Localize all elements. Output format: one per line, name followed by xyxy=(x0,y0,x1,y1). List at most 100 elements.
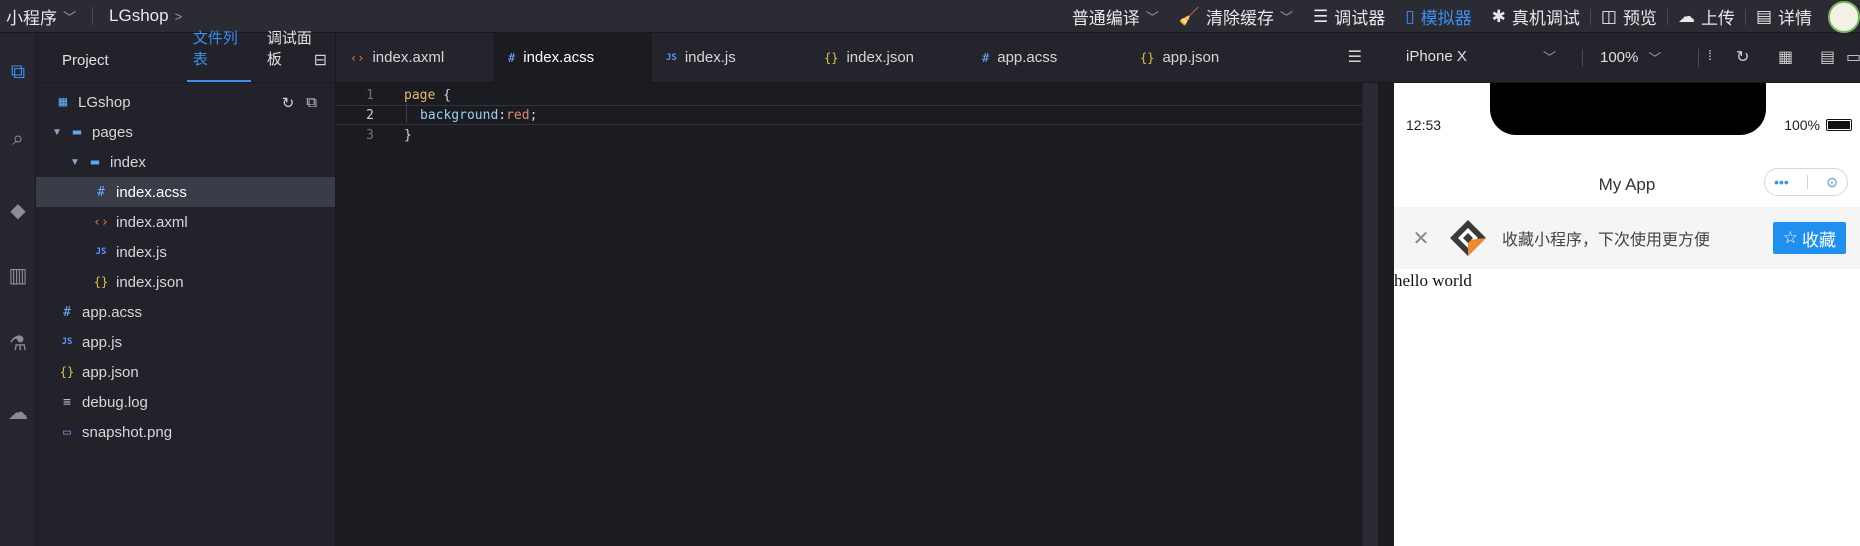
divider xyxy=(92,7,94,25)
simulator-button[interactable]: ▯ 模拟器 xyxy=(1395,0,1481,33)
upload-label: 上传 xyxy=(1700,9,1735,28)
debugger-button[interactable]: ☰ 调试器 xyxy=(1303,0,1395,33)
tab-label: app.json xyxy=(1162,49,1220,66)
favorite-button[interactable]: ☆ 收藏 xyxy=(1772,222,1846,254)
tree-root[interactable]: ▦ LGshop ↻ ⧉ xyxy=(36,87,335,117)
explorer-tabs: Project 文件列表 调试面板 ⊟ xyxy=(36,30,335,83)
code-punct: { xyxy=(435,87,451,103)
panel-splitter[interactable] xyxy=(1378,33,1394,546)
upload-button[interactable]: ☁ 上传 xyxy=(1668,0,1745,33)
code-area[interactable]: 1 page { 2 background:red; 3 } xyxy=(336,83,1378,546)
close-app-icon[interactable]: ⊙ xyxy=(1826,174,1838,191)
device-debug-button[interactable]: ✱ 真机调试 xyxy=(1482,0,1590,33)
tree-item-label: index xyxy=(110,153,146,171)
code-text: background:red; xyxy=(420,108,537,123)
project-breadcrumb[interactable]: LGshop > xyxy=(103,0,188,32)
file-tree: ▦ LGshop ↻ ⧉ ▼ ▬ pages ▼ ▬ index # index… xyxy=(36,87,335,447)
tab-label: index.axml xyxy=(372,49,445,66)
tab-label: app.acss xyxy=(997,49,1058,66)
tree-item-label: snapshot.png xyxy=(82,423,173,441)
page-content-text: hello world xyxy=(1394,271,1472,290)
refresh-icon[interactable]: ↻ xyxy=(282,94,295,112)
line-number: 1 xyxy=(366,87,374,103)
document-icon: ▤ xyxy=(1755,6,1772,26)
css-file-icon: # xyxy=(63,304,71,320)
preview-icon: ◫ xyxy=(1600,6,1617,26)
avatar[interactable] xyxy=(1828,0,1860,33)
phone-notch xyxy=(1490,83,1766,135)
refresh-icon[interactable]: ↻ xyxy=(1736,47,1749,67)
compile-mode-select[interactable]: 普通编译 ﹀ xyxy=(1062,0,1169,33)
tab-label: index.json xyxy=(846,49,914,66)
tree-file-index-axml[interactable]: ‹› index.axml xyxy=(36,207,335,237)
tab-file-list[interactable]: 文件列表 xyxy=(186,27,252,82)
cloud-icon[interactable]: ☁ xyxy=(0,400,36,425)
tab-index-acss[interactable]: # index.acss xyxy=(494,33,652,82)
close-icon[interactable]: ✕ xyxy=(1394,226,1448,251)
details-button[interactable]: ▤ 详情 xyxy=(1746,0,1822,33)
collapse-panel-icon[interactable]: ⊟ xyxy=(314,50,327,70)
text-file-icon: ≡ xyxy=(63,394,71,410)
tab-index-json[interactable]: {} index.json xyxy=(810,33,968,82)
tree-item-label: app.json xyxy=(82,363,139,381)
git-icon[interactable]: ◆ xyxy=(0,198,36,223)
device-debug-label: 真机调试 xyxy=(1511,9,1580,28)
code-icon[interactable]: ⧉ xyxy=(0,61,36,84)
image-file-icon: ▭ xyxy=(63,424,71,440)
css-file-icon: # xyxy=(97,184,105,200)
broom-icon: 🧹 xyxy=(1178,6,1200,26)
tab-app-acss[interactable]: # app.acss xyxy=(968,33,1126,82)
rotate-icon[interactable]: ⁞ xyxy=(1708,47,1712,63)
chevron-down-icon: ﹀ xyxy=(1145,10,1159,25)
menu-capsule[interactable]: ••• ⊙ xyxy=(1764,168,1848,196)
outline-icon[interactable]: ☰ xyxy=(1348,47,1362,67)
tree-file-index-json[interactable]: {} index.json xyxy=(36,267,335,297)
tree-folder-pages[interactable]: ▼ ▬ pages xyxy=(36,117,335,147)
code-line: 1 page { xyxy=(336,85,1378,105)
chevron-down-icon: ﹀ xyxy=(1648,51,1662,66)
settings-icon[interactable]: ▤ xyxy=(1820,47,1835,67)
device-select[interactable]: iPhone X ﹀ xyxy=(1406,48,1556,65)
json-file-icon: {} xyxy=(59,365,75,379)
zoom-select[interactable]: 100% ﹀ xyxy=(1600,48,1661,67)
more-dots-icon[interactable]: ••• xyxy=(1774,174,1789,190)
tree-folder-index[interactable]: ▼ ▬ index xyxy=(36,147,335,177)
tab-index-js[interactable]: JS index.js xyxy=(652,33,810,82)
app-name: 小程序 xyxy=(6,8,57,28)
tab-app-json[interactable]: {} app.json xyxy=(1126,33,1284,82)
extensions-icon[interactable]: ▥ xyxy=(0,263,36,288)
tree-file-snapshot-png[interactable]: ▭ snapshot.png xyxy=(36,417,335,447)
css-value: red xyxy=(506,107,530,123)
more-icon[interactable]: ▭ xyxy=(1846,47,1860,67)
tree-file-index-js[interactable]: JS index.js xyxy=(36,237,335,267)
css-selector: page xyxy=(404,87,436,103)
tree-file-debug-log[interactable]: ≡ debug.log xyxy=(36,387,335,417)
device-label: iPhone X xyxy=(1406,48,1467,65)
activity-bar: ⧉ ⌕ ◆ ▥ ⚗ ☁ xyxy=(0,33,36,546)
flask-icon[interactable]: ⚗ xyxy=(0,331,36,356)
tree-file-index-acss[interactable]: # index.acss xyxy=(36,177,335,207)
editor-scrollbar[interactable] xyxy=(1362,83,1378,546)
chevron-down-icon: ﹀ xyxy=(63,9,77,25)
editor-tabs: ‹› index.axml # index.acss JS index.js {… xyxy=(336,33,1378,83)
tab-index-axml[interactable]: ‹› index.axml xyxy=(336,33,494,82)
tree-file-app-json[interactable]: {} app.json xyxy=(36,357,335,387)
json-file-icon: {} xyxy=(824,50,839,65)
app-menu[interactable]: 小程序 ﹀ xyxy=(0,0,82,32)
js-file-icon: JS xyxy=(95,247,107,257)
js-file-icon: JS xyxy=(666,52,677,63)
tree-item-label: index.axml xyxy=(116,213,188,231)
clear-cache-button[interactable]: 🧹 清除缓存 ﹀ xyxy=(1169,0,1303,33)
search-icon[interactable]: ⌕ xyxy=(0,128,36,151)
tab-project[interactable]: Project xyxy=(56,52,115,82)
caret-down-icon: ▼ xyxy=(70,156,80,168)
battery-percent: 100% xyxy=(1784,117,1820,133)
tree-file-app-acss[interactable]: # app.acss xyxy=(36,297,335,327)
line-number: 3 xyxy=(366,127,374,143)
collapse-all-icon[interactable]: ⧉ xyxy=(306,94,317,112)
divider xyxy=(1582,49,1583,67)
grid-icon[interactable]: ▦ xyxy=(1778,47,1793,67)
preview-button[interactable]: ◫ 预览 xyxy=(1591,0,1667,33)
tree-file-app-js[interactable]: JS app.js xyxy=(36,327,335,357)
code-text: page { xyxy=(404,88,451,103)
